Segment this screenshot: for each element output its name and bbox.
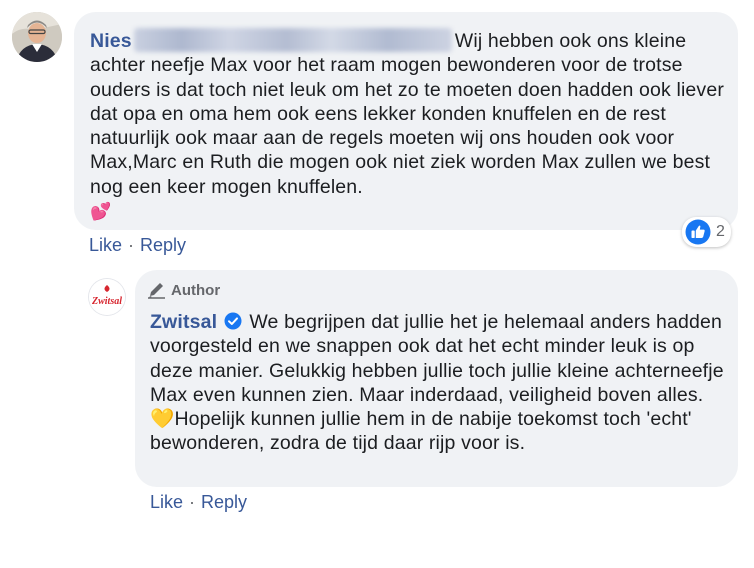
reply-body: Zwitsal We begrijpen dat jullie het je h… xyxy=(150,310,730,456)
redacted-surname xyxy=(133,28,452,52)
commenter-avatar[interactable] xyxy=(12,12,62,62)
heart-emoji: 💕 xyxy=(90,202,112,222)
pencil-icon xyxy=(148,283,165,299)
reply-action-separator: · xyxy=(189,492,196,512)
commenter-name[interactable]: Nies xyxy=(90,30,132,52)
reply-text-part2: Hopelijk kunnen jullie hem in de nabije … xyxy=(150,408,692,455)
comment-actions: Like · Reply xyxy=(89,235,186,256)
reaction-summary[interactable]: 2 xyxy=(682,217,731,247)
author-badge: Author xyxy=(147,281,220,299)
zwitsal-avatar[interactable]: Zwitsal xyxy=(88,278,126,316)
comment-body: Nies Wij hebben ook ons kleine achter nee… xyxy=(90,28,726,224)
svg-text:Zwitsal: Zwitsal xyxy=(91,296,122,307)
like-button[interactable]: Like xyxy=(89,235,122,255)
author-badge-label: Author xyxy=(171,281,221,299)
reaction-count: 2 xyxy=(716,223,725,240)
yellow-heart-emoji: 💛 xyxy=(150,408,175,431)
reply-reply-button[interactable]: Reply xyxy=(201,492,247,512)
verified-badge-icon xyxy=(224,312,242,330)
action-separator: · xyxy=(128,235,135,255)
reply-like-button[interactable]: Like xyxy=(150,492,183,512)
reply-author-name[interactable]: Zwitsal xyxy=(150,311,217,333)
comment-bubble: Nies Wij hebben ook ons kleine achter nee… xyxy=(74,12,738,230)
reply-button[interactable]: Reply xyxy=(140,235,186,255)
zwitsal-logo-icon: Zwitsal xyxy=(89,279,125,315)
like-reaction-icon xyxy=(685,219,711,245)
comment-text: Wij hebben ook ons kleine achter neefje … xyxy=(90,30,724,198)
reply-actions: Like · Reply xyxy=(150,492,247,513)
reply-bubble: Author Zwitsal We begrijpen dat jullie h… xyxy=(135,270,738,487)
person-photo-icon xyxy=(12,12,62,62)
